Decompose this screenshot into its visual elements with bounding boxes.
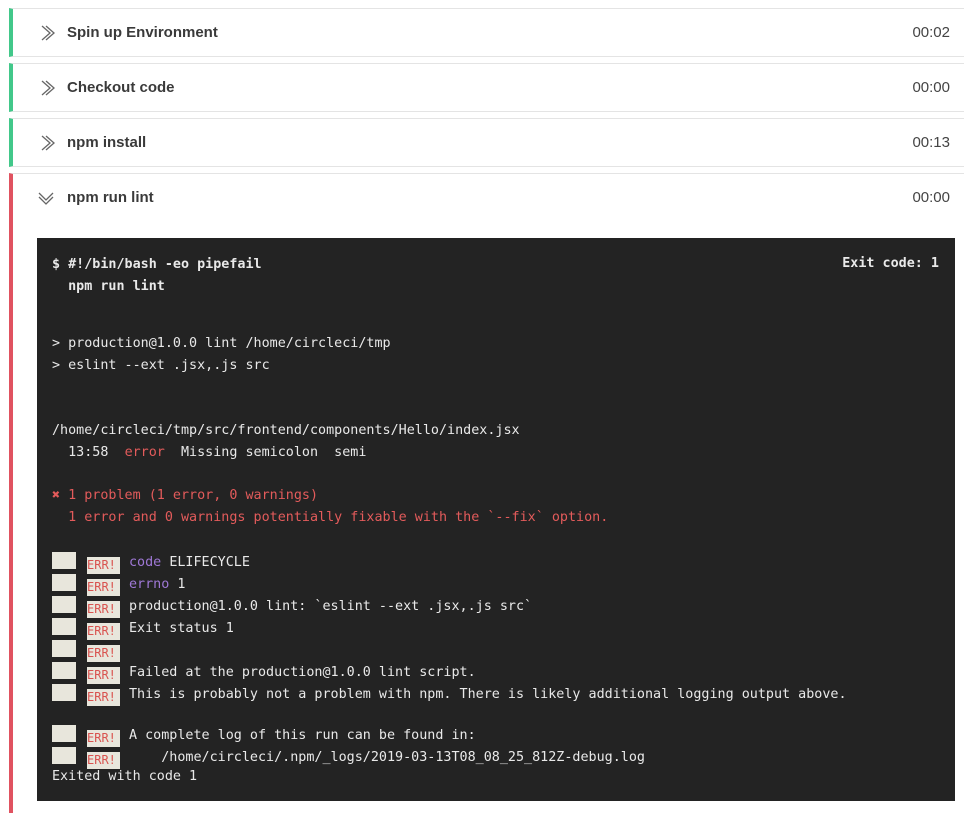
npm-prefix-block <box>52 596 76 613</box>
chevron-right-icon[interactable] <box>37 133 55 153</box>
npm-prefix-block <box>52 618 76 635</box>
npm-prefix-block <box>52 684 76 701</box>
terminal-output: $ #!/bin/bash -eo pipefail npm run lint … <box>37 238 955 801</box>
step-spin-up-environment[interactable]: Spin up Environment 00:02 <box>9 8 964 57</box>
npm-err-line: ERR! Failed at the production@1.0.0 lint … <box>52 662 476 684</box>
lint-level: error <box>124 445 165 460</box>
err-tag: ERR! <box>87 752 120 769</box>
output-line: > eslint --ext .jsx,.js src <box>52 358 270 373</box>
npm-err-line: ERR! production@1.0.0 lint: `eslint --ext… <box>52 596 532 618</box>
err-tag: ERR! <box>87 579 120 596</box>
log-path: /home/circleci/.npm/_logs/2019-03-13T08_… <box>129 750 645 765</box>
lint-position: 13:58 <box>52 445 109 460</box>
error-x-icon: ✖ <box>52 488 61 503</box>
problem-summary-line: ✖ 1 problem (1 error, 0 warnings) <box>52 487 318 505</box>
step-duration: 00:00 <box>912 189 950 206</box>
err-text: This is probably not a problem with npm.… <box>129 687 847 702</box>
npm-err-line: ERR! Exit status 1 <box>52 618 234 640</box>
command-line: $ #!/bin/bash -eo pipefail <box>52 257 262 272</box>
npm-prefix-block <box>52 662 76 679</box>
lint-file-path: /home/circleci/tmp/src/frontend/componen… <box>52 423 520 438</box>
err-text: Failed at the production@1.0.0 lint scri… <box>129 665 476 680</box>
npm-err-line: ERR! code ELIFECYCLE <box>52 552 250 574</box>
npm-prefix-block <box>52 640 76 657</box>
err-tag: ERR! <box>87 645 120 662</box>
npm-err-line: ERR! A complete log of this run can be fo… <box>52 725 476 747</box>
step-name: npm run lint <box>67 189 154 206</box>
step-duration: 00:13 <box>912 134 950 151</box>
lint-message: Missing semicolon semi <box>181 445 367 460</box>
err-text: 1 <box>177 577 186 592</box>
err-tag: ERR! <box>87 557 120 574</box>
err-tag: ERR! <box>87 623 120 640</box>
npm-prefix-block <box>52 574 76 591</box>
err-text: production@1.0.0 lint: `eslint --ext .js… <box>129 599 533 614</box>
lint-error-line: 13:58 error Missing semicolon semi <box>52 444 366 462</box>
err-text: A complete log of this run can be found … <box>129 728 476 743</box>
step-name: npm install <box>67 134 147 151</box>
step-npm-run-lint[interactable]: npm run lint 00:00 $ #!/bin/bash -eo pip… <box>9 173 964 813</box>
npm-prefix-block <box>52 552 76 569</box>
npm-err-line: ERR! <box>52 640 129 662</box>
exited-line: Exited with code 1 <box>52 769 198 784</box>
problem-summary: 1 problem (1 error, 0 warnings) <box>68 488 319 503</box>
err-key: code <box>129 555 162 570</box>
step-npm-install[interactable]: npm install 00:13 <box>9 118 964 167</box>
step-duration: 00:02 <box>912 24 950 41</box>
err-key: errno <box>129 577 170 592</box>
err-tag: ERR! <box>87 601 120 618</box>
step-duration: 00:00 <box>912 79 950 96</box>
step-name: Spin up Environment <box>67 24 218 41</box>
err-text: ELIFECYCLE <box>169 555 250 570</box>
step-name: Checkout code <box>67 79 175 96</box>
chevron-right-icon[interactable] <box>37 23 55 43</box>
err-text: Exit status 1 <box>129 621 234 636</box>
npm-err-line: ERR! errno 1 <box>52 574 185 596</box>
exit-code-label: Exit code: 1 <box>842 256 939 271</box>
err-tag: ERR! <box>87 667 120 684</box>
npm-err-line: ERR! This is probably not a problem with … <box>52 684 847 706</box>
step-checkout-code[interactable]: Checkout code 00:00 <box>9 63 964 112</box>
output-line: > production@1.0.0 lint /home/circleci/t… <box>52 336 391 351</box>
chevron-right-icon[interactable] <box>37 78 55 98</box>
command-line: npm run lint <box>52 279 165 294</box>
npm-prefix-block <box>52 725 76 742</box>
err-tag: ERR! <box>87 730 120 747</box>
npm-err-line: ERR! /home/circleci/.npm/_logs/2019-03-1… <box>52 747 645 769</box>
fixable-note: 1 error and 0 warnings potentially fixab… <box>52 510 609 525</box>
chevron-down-icon[interactable] <box>37 188 55 208</box>
npm-prefix-block <box>52 747 76 764</box>
err-tag: ERR! <box>87 689 120 706</box>
job-steps-panel: Spin up Environment 00:02 Checkout code … <box>0 0 964 813</box>
